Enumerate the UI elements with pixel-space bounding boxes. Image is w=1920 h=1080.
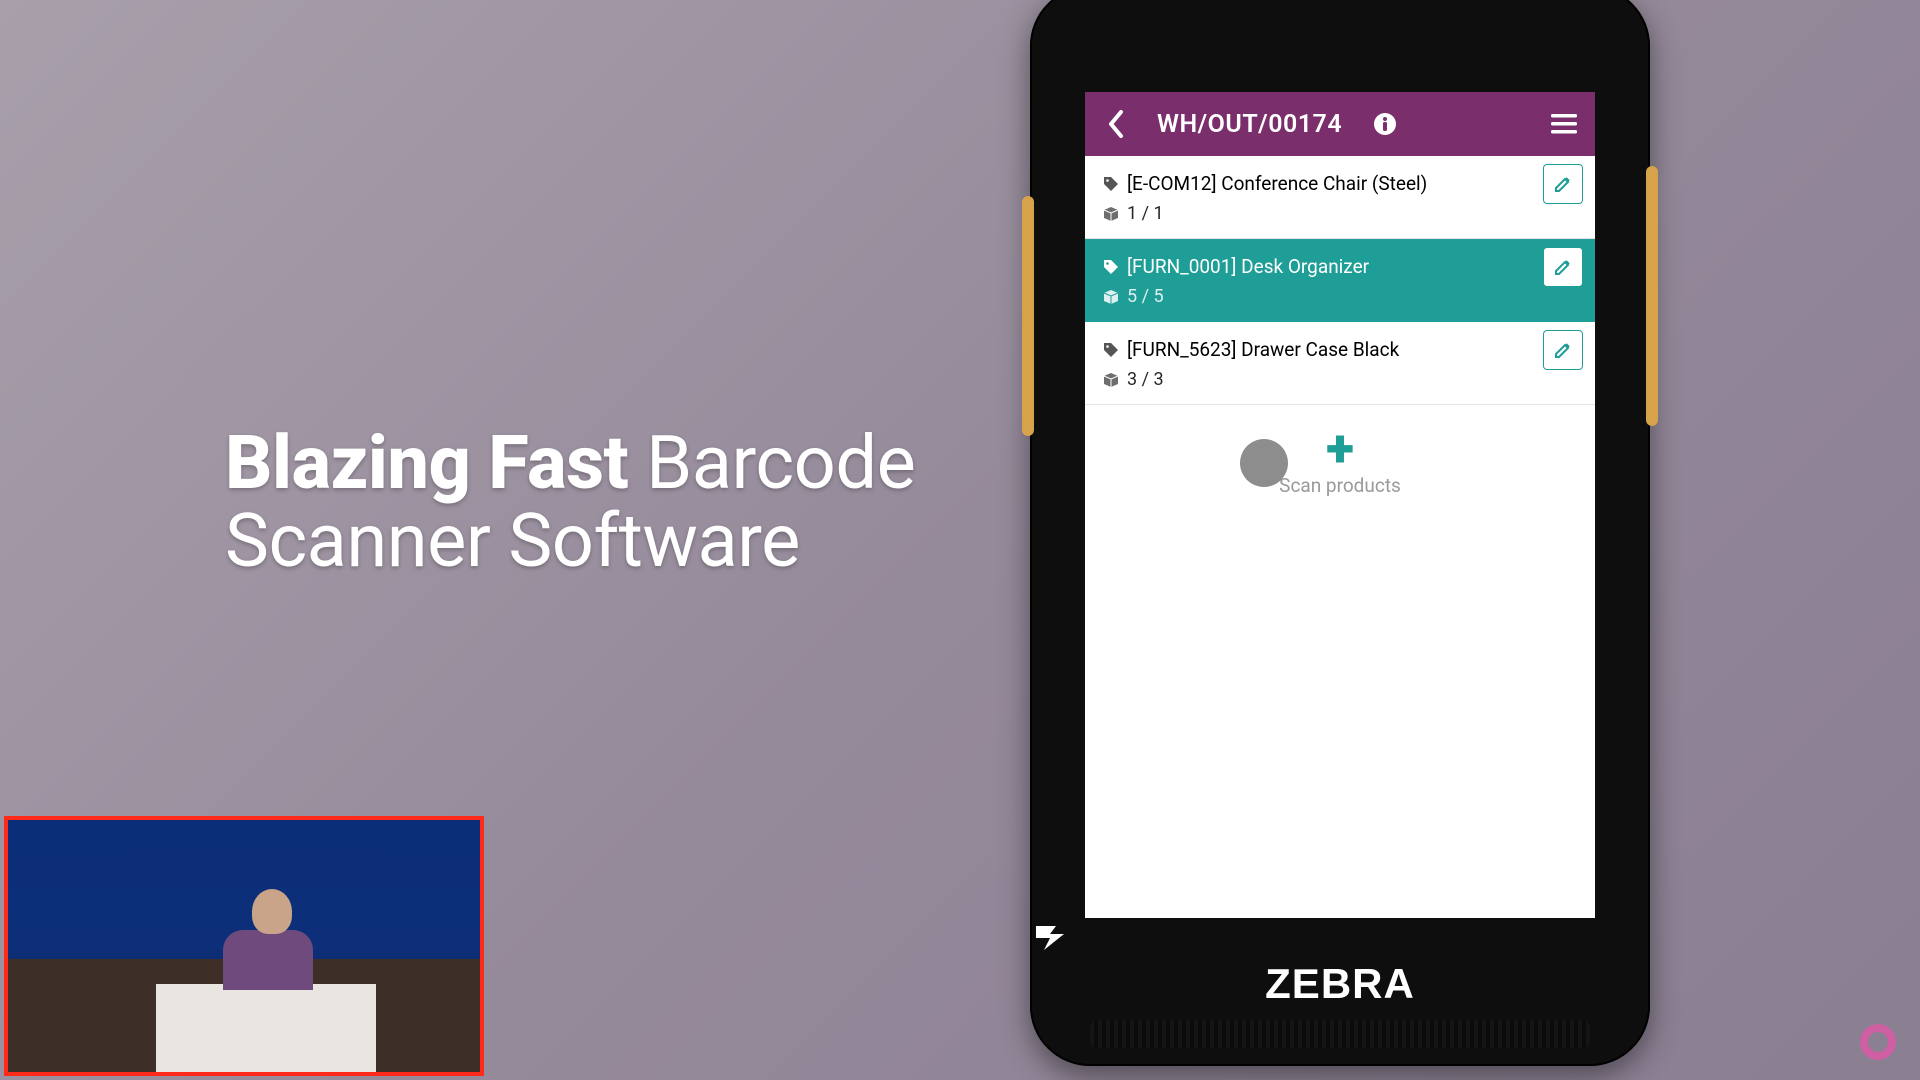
headline-bold: Blazing Fast — [225, 420, 628, 507]
edit-button[interactable] — [1543, 330, 1583, 370]
info-icon[interactable] — [1368, 107, 1402, 141]
product-label: [E-COM12] Conference Chair (Steel) — [1127, 172, 1427, 195]
edit-button[interactable] — [1543, 164, 1583, 204]
package-icon — [1103, 289, 1119, 305]
list-item[interactable]: [FURN_5623] Drawer Case Black 3 / 3 — [1085, 322, 1595, 405]
speaker-video — [4, 816, 484, 1076]
product-qty: 1 / 1 — [1127, 203, 1164, 224]
cursor-dot — [1240, 439, 1288, 487]
product-qty: 5 / 5 — [1127, 286, 1164, 307]
app-header: WH/OUT/00174 — [1085, 92, 1595, 156]
zebra-device: WH/OUT/00174 [E-COM12] Conf — [1030, 0, 1650, 1066]
edit-button[interactable] — [1543, 247, 1583, 287]
product-label: [FURN_5623] Drawer Case Black — [1127, 338, 1399, 361]
tag-icon — [1103, 259, 1119, 275]
scan-products-button[interactable]: + Scan products — [1085, 405, 1595, 507]
tag-icon — [1103, 342, 1119, 358]
list-item[interactable]: [E-COM12] Conference Chair (Steel) 1 / 1 — [1085, 156, 1595, 239]
device-screen: WH/OUT/00174 [E-COM12] Conf — [1085, 92, 1595, 918]
package-icon — [1103, 372, 1119, 388]
headline-light-2: Scanner Software — [225, 498, 800, 585]
picking-title: WH/OUT/00174 — [1157, 110, 1342, 139]
headline-light-1: Barcode — [646, 420, 915, 507]
device-brand: ZEBRA — [1030, 916, 1650, 1008]
picking-list: [E-COM12] Conference Chair (Steel) 1 / 1 — [1085, 156, 1595, 405]
product-qty: 3 / 3 — [1127, 369, 1164, 390]
odoo-logo-icon — [1858, 1022, 1898, 1062]
scan-products-label: Scan products — [1085, 474, 1595, 497]
package-icon — [1103, 206, 1119, 222]
slide-headline: Blazing Fast Barcode Scanner Software — [225, 425, 915, 580]
product-label: [FURN_0001] Desk Organizer — [1127, 255, 1369, 278]
tag-icon — [1103, 176, 1119, 192]
menu-icon[interactable] — [1547, 107, 1581, 141]
plus-icon: + — [1085, 433, 1595, 464]
back-icon[interactable] — [1099, 107, 1133, 141]
list-item[interactable]: [FURN_0001] Desk Organizer 5 / 5 — [1085, 239, 1595, 322]
speaker-grill — [1090, 1020, 1590, 1048]
